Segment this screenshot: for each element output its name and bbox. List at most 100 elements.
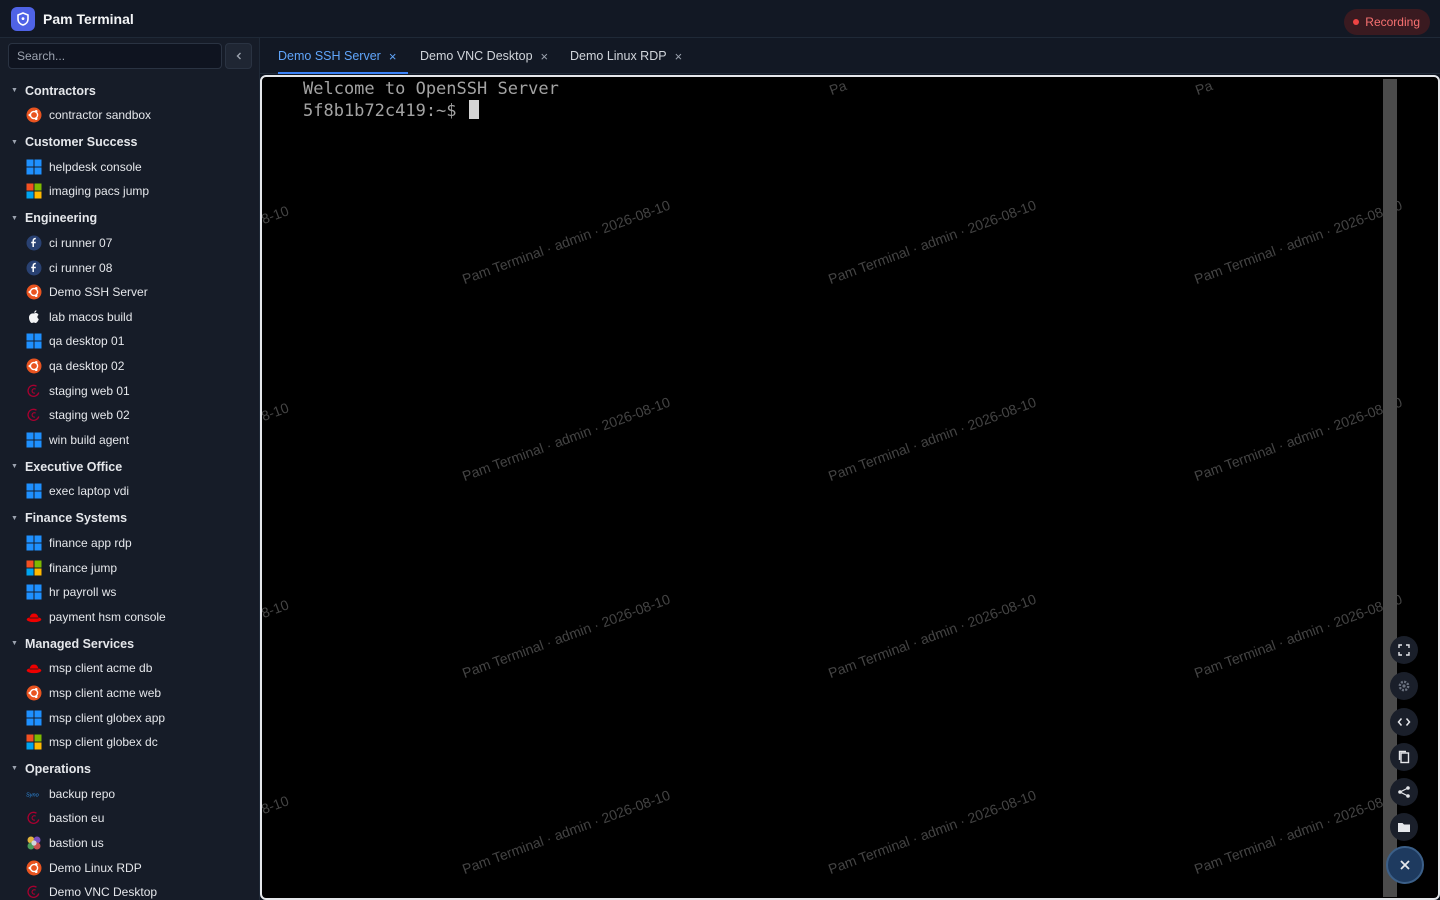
windows-legacy-icon xyxy=(26,734,42,750)
settings-button[interactable] xyxy=(1390,672,1418,700)
tab-demo-vnc-desktop[interactable]: Demo VNC Desktop × xyxy=(420,38,548,74)
windows-icon xyxy=(26,535,42,551)
host-item[interactable]: staging web 01 xyxy=(0,378,259,403)
host-item[interactable]: finance app rdp xyxy=(0,531,259,556)
host-item[interactable]: exec laptop vdi xyxy=(0,479,259,504)
fullscreen-button[interactable] xyxy=(1390,636,1418,664)
host-item[interactable]: Demo SSH Server xyxy=(0,280,259,305)
host-item[interactable]: msp client globex dc xyxy=(0,730,259,755)
host-label: win build agent xyxy=(49,432,130,447)
folder-button[interactable] xyxy=(1390,813,1418,841)
close-icon[interactable]: × xyxy=(675,49,683,64)
chevron-down-icon: ▼ xyxy=(11,214,18,222)
group-label: Operations xyxy=(24,761,91,776)
host-label: hr payroll ws xyxy=(49,585,117,600)
collapse-sidebar-button[interactable] xyxy=(225,43,252,69)
windows-icon xyxy=(26,432,42,448)
chevron-down-icon: ▼ xyxy=(11,138,18,146)
tab-demo-ssh-server[interactable]: Demo SSH Server × xyxy=(278,38,408,74)
host-item[interactable]: bastion us xyxy=(0,831,259,856)
windows-legacy-icon xyxy=(26,183,42,199)
group-operations[interactable]: ▼ Operations xyxy=(0,756,259,781)
share-button[interactable] xyxy=(1390,778,1418,806)
terminal-scrollbar[interactable] xyxy=(1383,79,1397,897)
host-item[interactable]: Syno backup repo xyxy=(0,781,259,806)
host-item[interactable]: msp client acme db xyxy=(0,656,259,681)
group-managed-services[interactable]: ▼ Managed Services xyxy=(0,631,259,656)
host-label: exec laptop vdi xyxy=(49,484,130,499)
recording-badge: Recording xyxy=(1344,9,1430,35)
host-item[interactable]: msp client globex app xyxy=(0,705,259,730)
host-item[interactable]: qa desktop 02 xyxy=(0,354,259,379)
windows-icon xyxy=(26,483,42,499)
host-label: payment hsm console xyxy=(49,609,166,624)
host-item[interactable]: Demo Linux RDP xyxy=(0,855,259,880)
host-label: bastion us xyxy=(49,835,104,850)
host-item[interactable]: staging web 02 xyxy=(0,403,259,428)
tab-label: Demo Linux RDP xyxy=(570,49,667,63)
host-item[interactable]: finance jump xyxy=(0,555,259,580)
host-item[interactable]: msp client acme web xyxy=(0,681,259,706)
watermark-text: Pam Terminal · admin · 2026-08-10 xyxy=(826,393,1039,485)
tab-label: Demo VNC Desktop xyxy=(420,49,533,63)
tab-label: Demo SSH Server xyxy=(278,49,381,63)
ubuntu-icon xyxy=(26,284,42,300)
host-item[interactable]: Demo VNC Desktop xyxy=(0,880,259,900)
tab-demo-linux-rdp[interactable]: Demo Linux RDP × xyxy=(570,38,682,74)
host-item[interactable]: bastion eu xyxy=(0,806,259,831)
apple-icon xyxy=(26,309,42,325)
host-label: bastion eu xyxy=(49,811,105,826)
fullscreen-icon xyxy=(1398,644,1410,656)
close-icon[interactable]: × xyxy=(389,49,397,64)
host-label: msp client globex app xyxy=(49,710,166,725)
watermark-text: Pam Terminal · admin · 2026-08-10 xyxy=(1192,196,1405,288)
group-engineering[interactable]: ▼ Engineering xyxy=(0,206,259,231)
group-executive-office[interactable]: ▼ Executive Office xyxy=(0,454,259,479)
recording-label: Recording xyxy=(1365,15,1420,29)
group-label: Engineering xyxy=(24,211,98,226)
host-item[interactable]: ci runner 08 xyxy=(0,255,259,280)
close-icon xyxy=(1400,860,1410,870)
search-row xyxy=(8,43,252,69)
host-item[interactable]: lab macos build xyxy=(0,305,259,330)
watermark-text: Pam Terminal · admin · 2026-08-10 xyxy=(1192,590,1405,682)
close-icon[interactable]: × xyxy=(541,49,549,64)
copy-button[interactable] xyxy=(1390,743,1418,771)
host-item[interactable]: helpdesk console xyxy=(0,155,259,180)
watermark-text: 8-10 xyxy=(260,596,291,622)
group-finance-systems[interactable]: ▼ Finance Systems xyxy=(0,506,259,531)
code-icon xyxy=(1397,718,1411,726)
watermark-text: 8-10 xyxy=(260,399,291,425)
host-label: qa desktop 01 xyxy=(49,334,125,349)
code-button[interactable] xyxy=(1390,708,1418,736)
chevron-left-icon xyxy=(236,52,241,60)
host-item[interactable]: hr payroll ws xyxy=(0,580,259,605)
ubuntu-icon xyxy=(26,685,42,701)
app-title: Pam Terminal xyxy=(43,10,134,27)
chevron-down-icon: ▼ xyxy=(11,765,18,773)
chevron-down-icon: ▼ xyxy=(11,514,18,522)
search-input[interactable] xyxy=(8,43,222,69)
group-label: Finance Systems xyxy=(24,511,128,526)
terminal-viewport[interactable]: Pam Terminal · admin · 2026-08-10 Pam Ter… xyxy=(260,75,1440,900)
redhat-icon xyxy=(26,660,42,676)
host-label: finance jump xyxy=(49,560,118,575)
shield-logo-icon xyxy=(11,6,35,31)
close-session-button[interactable] xyxy=(1386,846,1424,884)
sidebar: ▼ Contractors contractor sandbox ▼ Customer … xyxy=(0,38,260,900)
group-contractors[interactable]: ▼ Contractors xyxy=(0,78,259,103)
group-customer-success[interactable]: ▼ Customer Success xyxy=(0,130,259,155)
watermark-text: Pa xyxy=(827,77,849,99)
svg-text:Syno: Syno xyxy=(26,792,39,798)
host-item[interactable]: payment hsm console xyxy=(0,605,259,630)
terminal-welcome-line: Welcome to OpenSSH Server xyxy=(303,79,559,99)
host-item[interactable]: imaging pacs jump xyxy=(0,179,259,204)
host-item[interactable]: contractor sandbox xyxy=(0,103,259,128)
host-item[interactable]: ci runner 07 xyxy=(0,231,259,256)
debian-icon xyxy=(26,383,42,399)
host-item[interactable]: qa desktop 01 xyxy=(0,329,259,354)
host-label: contractor sandbox xyxy=(49,108,152,123)
host-tree: ▼ Contractors contractor sandbox ▼ Customer … xyxy=(0,78,259,900)
host-item[interactable]: win build agent xyxy=(0,428,259,453)
host-label: msp client globex dc xyxy=(49,735,158,750)
